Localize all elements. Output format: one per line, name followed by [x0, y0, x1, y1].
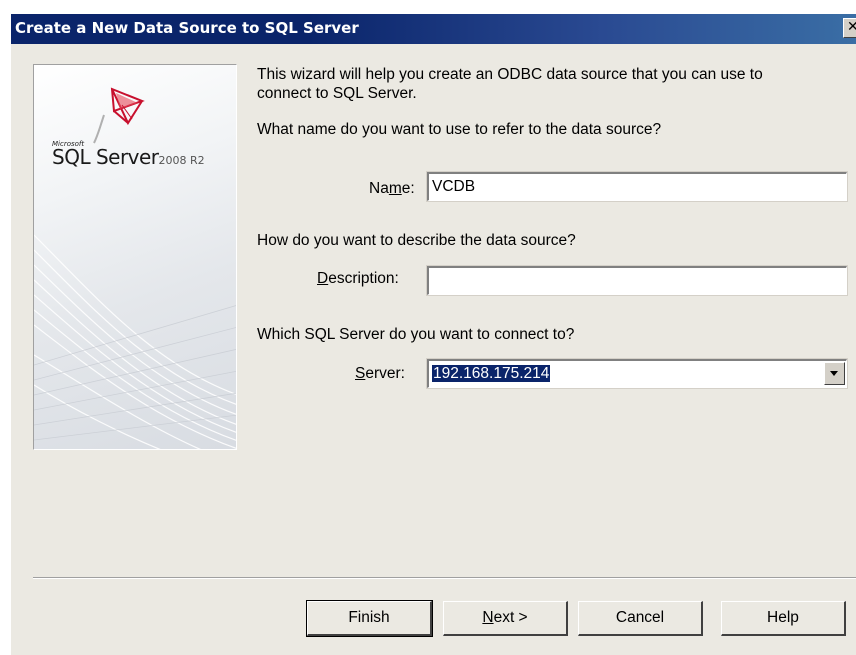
intro-line-2: connect to SQL Server. — [257, 85, 417, 102]
name-input[interactable]: VCDB — [426, 171, 848, 202]
server-question: Which SQL Server do you want to connect … — [257, 326, 575, 343]
server-dropdown-button[interactable] — [824, 362, 845, 385]
window-title: Create a New Data Source to SQL Server — [15, 19, 359, 37]
name-label-pre: Na — [369, 180, 389, 197]
name-label-accel: m — [388, 180, 402, 197]
next-button-label: ext > — [493, 609, 528, 626]
next-button-accel: N — [482, 609, 494, 626]
description-label: Description: — [317, 270, 399, 288]
close-button[interactable]: ✕ — [843, 18, 856, 38]
server-combobox[interactable]: 192.168.175.214 — [426, 358, 848, 389]
banner-graphic — [34, 87, 236, 449]
server-label-accel: S — [355, 365, 366, 382]
description-input[interactable] — [426, 265, 848, 296]
name-input-value: VCDB — [432, 178, 476, 195]
next-button[interactable]: Next > — [443, 601, 568, 636]
dialog-window: Create a New Data Source to SQL Server ✕ — [10, 14, 856, 655]
chevron-down-icon — [830, 371, 838, 376]
name-label-post: e: — [401, 180, 415, 197]
product-logo-text: SQL Server2008 R2 — [52, 145, 205, 169]
intro-line-1: This wizard will help you create an ODBC… — [257, 66, 763, 83]
finish-button[interactable]: Finish — [306, 600, 433, 637]
sql-server-banner: Microsoft SQL Server2008 R2 — [33, 64, 237, 450]
sql-server-logo-icon — [93, 87, 145, 144]
button-separator — [33, 577, 856, 579]
product-version: 2008 R2 — [158, 154, 205, 167]
product-name: SQL Server — [52, 145, 159, 169]
description-question: How do you want to describe the data sou… — [257, 232, 576, 249]
cancel-button[interactable]: Cancel — [578, 601, 703, 636]
name-question: What name do you want to use to refer to… — [257, 121, 662, 138]
server-label-post: erver: — [365, 365, 405, 382]
title-bar[interactable]: Create a New Data Source to SQL Server ✕ — [11, 14, 856, 44]
server-combobox-value: 192.168.175.214 — [432, 365, 551, 382]
description-label-accel: D — [317, 270, 329, 287]
description-label-post: escription: — [328, 270, 399, 287]
help-button[interactable]: Help — [721, 601, 846, 636]
server-label: Server: — [355, 365, 405, 383]
name-label: Name: — [369, 180, 415, 198]
close-icon: ✕ — [847, 19, 856, 35]
